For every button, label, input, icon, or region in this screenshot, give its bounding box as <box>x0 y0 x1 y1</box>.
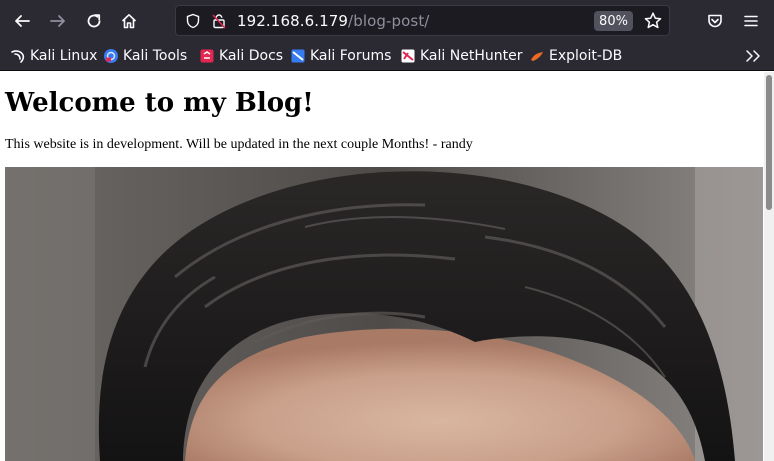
kali-tools-icon <box>104 49 118 63</box>
arrow-left-icon <box>15 15 30 27</box>
bookmark-label: Exploit-DB <box>549 48 623 64</box>
url-host: 192.168.6.179 <box>237 12 349 30</box>
arrow-right-icon <box>50 15 65 27</box>
browser-toolbar: 192.168.6.179/blog-post/ 80% <box>0 0 774 41</box>
bookmark-exploit-db[interactable]: Exploit-DB <box>529 47 622 65</box>
bookmark-label: Kali Docs <box>219 48 284 64</box>
page-viewport: Welcome to my Blog! This website is in d… <box>0 72 774 461</box>
kali-forums-icon <box>291 49 305 63</box>
url-path: /blog-post/ <box>348 12 430 30</box>
address-bar[interactable]: 192.168.6.179/blog-post/ 80% <box>175 5 670 36</box>
bookmark-kali-docs[interactable]: Kali Docs <box>199 47 283 65</box>
hamburger-menu-icon <box>744 15 758 27</box>
bookmark-label: Kali Forums <box>310 48 392 64</box>
zoom-level-button[interactable]: 80% <box>594 11 633 31</box>
pocket-button[interactable] <box>700 6 730 36</box>
bookmark-label: Kali Tools <box>123 48 188 64</box>
kali-dragon-icon <box>11 50 25 63</box>
shield-icon[interactable] <box>185 13 201 29</box>
forward-button[interactable] <box>43 6 73 36</box>
reload-button[interactable] <box>79 6 109 36</box>
exploit-db-icon <box>531 52 543 61</box>
bookmark-kali-nethunter[interactable]: Kali NetHunter <box>400 47 522 65</box>
vertical-scrollbar[interactable] <box>764 72 774 461</box>
chevron-double-right-icon[interactable] <box>745 49 761 63</box>
bookmark-kali-forums[interactable]: Kali Forums <box>290 47 391 65</box>
portrait-image <box>5 167 763 461</box>
scrollbar-thumb[interactable] <box>766 75 772 210</box>
insecure-lock-icon[interactable] <box>211 13 227 29</box>
star-bookmark-icon[interactable] <box>643 11 663 31</box>
bookmarks-toolbar: Kali Linux Kali Tools Kali Docs Kali For… <box>0 41 774 71</box>
kali-docs-icon <box>200 49 214 63</box>
home-button[interactable] <box>114 6 144 36</box>
page-title: Welcome to my Blog! <box>5 88 314 118</box>
reload-icon <box>87 14 101 28</box>
bookmark-label: Kali NetHunter <box>420 48 523 64</box>
pocket-icon <box>708 14 722 28</box>
back-button[interactable] <box>7 6 37 36</box>
home-icon <box>121 14 137 29</box>
portrait-photo <box>5 167 763 461</box>
bookmark-kali-linux[interactable]: Kali Linux <box>10 47 97 65</box>
page-paragraph: This website is in development. Will be … <box>5 137 473 152</box>
bookmark-kali-tools[interactable]: Kali Tools <box>103 47 187 65</box>
kali-nethunter-icon <box>401 49 415 63</box>
bookmark-label: Kali Linux <box>30 48 98 64</box>
url-text[interactable]: 192.168.6.179/blog-post/ <box>237 12 429 30</box>
menu-button[interactable] <box>736 6 766 36</box>
